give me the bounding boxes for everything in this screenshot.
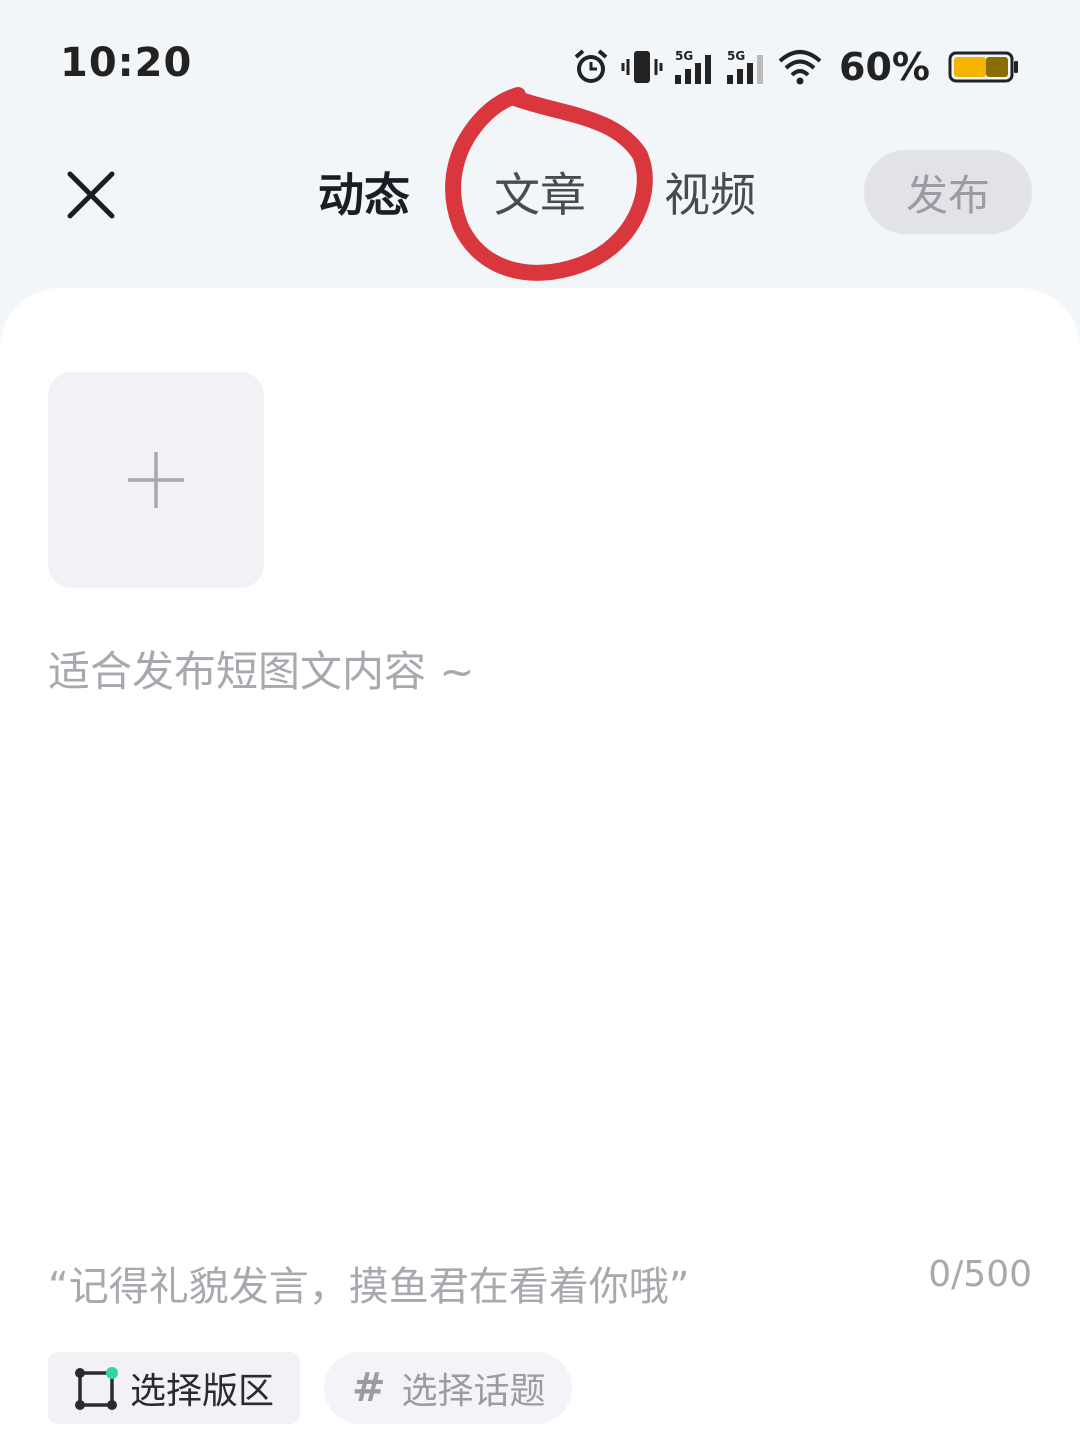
- compose-header: 动态 文章 视频 发布: [0, 130, 1080, 280]
- wifi-icon: [777, 47, 823, 87]
- close-button[interactable]: [56, 160, 126, 230]
- tab-label: 文章: [494, 168, 586, 222]
- status-icons: 5G 5G 60%: [571, 40, 1020, 94]
- screen: 10:20 5G 5G 60% 动态 文章 视频 发布 适合发布短图文内容 ~ …: [0, 0, 1080, 1447]
- etiquette-hint: “记得礼貌发言，摸鱼君在看着你哦”: [48, 1264, 690, 1310]
- network-label-1: 5G: [675, 49, 693, 63]
- tab-label: 视频: [664, 168, 756, 222]
- select-topic-button[interactable]: # 选择话题: [324, 1352, 572, 1424]
- signal-5g-icon: 5G: [725, 47, 767, 87]
- char-counter: 0/500: [928, 1254, 1032, 1295]
- compose-card: “记得礼貌发言，摸鱼君在看着你哦” 0/500 选择版区 # 选择话题: [0, 288, 1080, 1447]
- tab-dongtai[interactable]: 动态: [310, 160, 432, 230]
- plus-icon: [128, 452, 184, 508]
- select-section-button[interactable]: 选择版区: [48, 1352, 301, 1424]
- publish-button[interactable]: 发布: [864, 150, 1032, 234]
- vibrate-icon: [621, 47, 663, 87]
- bottom-toolbar: 选择版区 # 选择话题: [48, 1352, 572, 1424]
- tab-shipin[interactable]: 视频: [664, 160, 756, 230]
- section-icon: [75, 1367, 118, 1410]
- add-image-button[interactable]: [48, 372, 264, 588]
- close-icon: [67, 171, 115, 219]
- status-time: 10:20: [60, 40, 193, 86]
- status-bar: 10:20 5G 5G 60%: [0, 0, 1080, 130]
- tab-wenzhang[interactable]: 文章: [494, 160, 586, 230]
- select-section-label: 选择版区: [130, 1371, 275, 1412]
- battery-percent: 60%: [839, 45, 930, 89]
- alarm-icon: [571, 47, 611, 87]
- post-content-input[interactable]: [48, 638, 1032, 1198]
- network-label-2: 5G: [727, 49, 745, 63]
- hashtag-icon: #: [352, 1365, 386, 1411]
- tab-label: 动态: [318, 168, 410, 222]
- select-topic-label: 选择话题: [401, 1371, 546, 1412]
- signal-5g-icon: 5G: [673, 47, 715, 87]
- battery-icon: [948, 50, 1020, 84]
